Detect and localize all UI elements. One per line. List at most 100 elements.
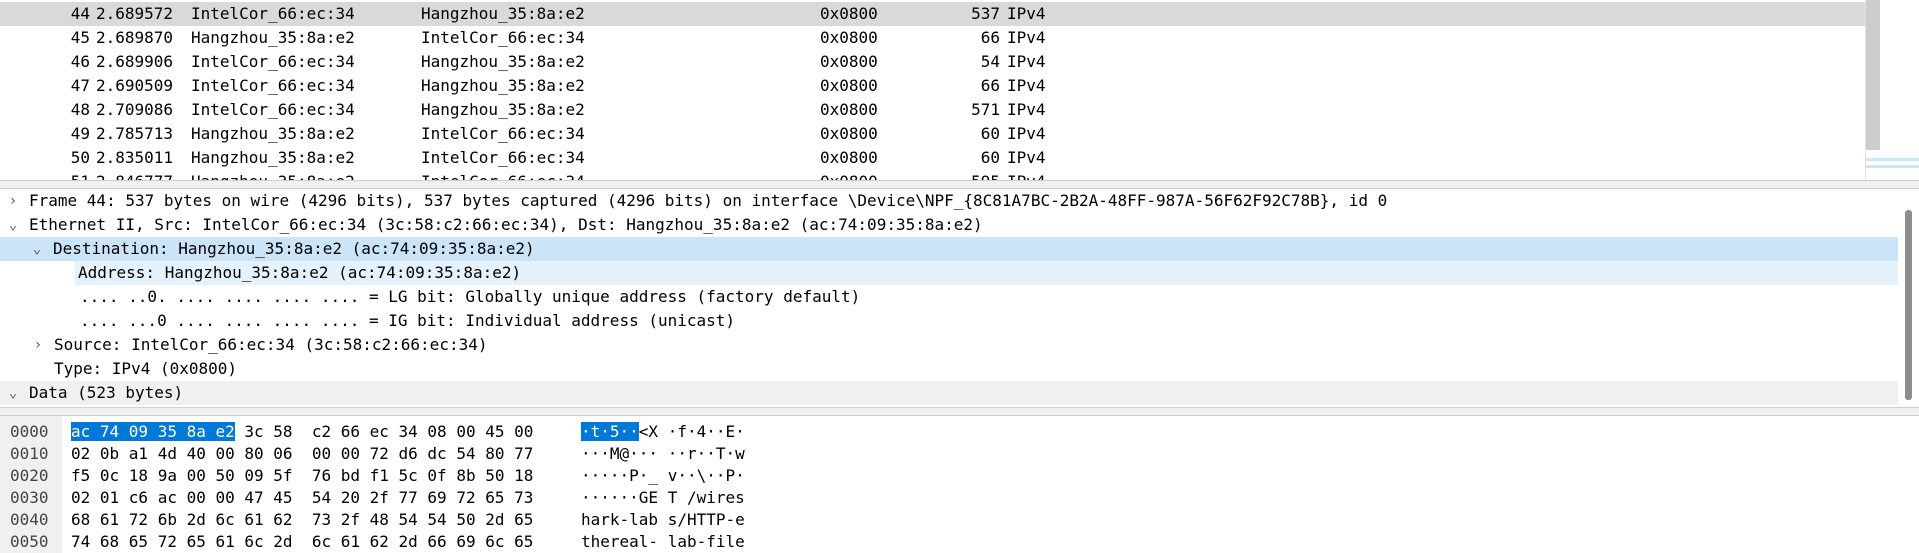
packet-destination: Hangzhou_35:8a:e2 bbox=[421, 4, 585, 23]
bytes-hex[interactable]: 02 0b a1 4d 40 00 80 06 00 00 72 d6 dc 5… bbox=[71, 443, 533, 465]
packet-source: IntelCor_66:ec:34 bbox=[191, 76, 355, 95]
bytes-ascii[interactable]: ···M@··· ··r··T·w bbox=[581, 443, 745, 465]
packet-row[interactable]: 47 2.690509 IntelCor_66:ec:34 Hangzhou_3… bbox=[0, 74, 1865, 98]
packet-list-minimap-marker bbox=[1866, 165, 1919, 168]
packet-ethertype: 0x0800 bbox=[820, 100, 878, 119]
tree-item-type[interactable]: Type: IPv4 (0x0800) bbox=[0, 357, 1898, 381]
tree-item-label: Data (523 bytes) bbox=[29, 383, 184, 402]
bytes-offset: 0020 bbox=[10, 466, 49, 485]
packet-ethertype: 0x0800 bbox=[820, 148, 878, 167]
bytes-hex[interactable]: ac 74 09 35 8a e2 3c 58 c2 66 ec 34 08 0… bbox=[71, 421, 533, 443]
packet-details-scroll-thumb[interactable] bbox=[1905, 210, 1912, 400]
packet-protocol: IPv4 bbox=[1007, 28, 1046, 47]
packet-number: 51 bbox=[38, 170, 90, 180]
packet-source: IntelCor_66:ec:34 bbox=[191, 52, 355, 71]
bytes-ascii[interactable]: ······GE T /wires bbox=[581, 487, 745, 509]
packet-number: 44 bbox=[70, 4, 90, 23]
chevron-right-icon[interactable]: › bbox=[6, 189, 20, 213]
bytes-ascii[interactable]: hark-lab s/HTTP-e bbox=[581, 509, 745, 531]
chevron-right-icon[interactable]: › bbox=[31, 333, 45, 357]
bytes-ascii[interactable]: ·····P·_ v··\··P· bbox=[581, 465, 745, 487]
packet-ethertype: 0x0800 bbox=[820, 76, 878, 95]
packet-protocol: IPv4 bbox=[1007, 4, 1046, 23]
packet-row[interactable]: 51 2.846777 Hangzhou_35:8a:e2 IntelCor_6… bbox=[0, 170, 1865, 180]
tree-item-label: .... ..0. .... .... .... .... = LG bit: … bbox=[80, 287, 861, 306]
tree-item-ethernet[interactable]: ⌄ Ethernet II, Src: IntelCor_66:ec:34 (3… bbox=[0, 213, 1898, 237]
chevron-down-icon[interactable]: ⌄ bbox=[6, 381, 20, 405]
bytes-hex[interactable]: 02 01 c6 ac 00 00 47 45 54 20 2f 77 69 7… bbox=[71, 487, 533, 509]
packet-list-minimap-marker bbox=[1866, 158, 1919, 161]
bytes-offset: 0010 bbox=[10, 444, 49, 463]
packet-row[interactable]: 49 2.785713 Hangzhou_35:8a:e2 IntelCor_6… bbox=[0, 122, 1865, 146]
tree-item-ig-bit[interactable]: .... ...0 .... .... .... .... = IG bit: … bbox=[0, 309, 1898, 333]
chevron-down-icon[interactable]: ⌄ bbox=[30, 237, 44, 261]
packet-ethertype: 0x0800 bbox=[820, 170, 878, 180]
packet-number: 45 bbox=[70, 28, 90, 47]
bytes-offset: 0030 bbox=[10, 488, 49, 507]
packet-protocol: IPv4 bbox=[1007, 52, 1046, 71]
packet-destination: IntelCor_66:ec:34 bbox=[421, 28, 585, 47]
packet-time: 2.835011 bbox=[96, 148, 174, 167]
packet-number: 48 bbox=[70, 100, 90, 119]
packet-details-pane[interactable]: › Frame 44: 537 bytes on wire (4296 bits… bbox=[0, 189, 1919, 407]
packet-ethertype: 0x0800 bbox=[820, 124, 878, 143]
bytes-offset: 0050 bbox=[10, 532, 49, 551]
packet-time: 2.709086 bbox=[96, 100, 174, 119]
packet-number: 46 bbox=[70, 52, 90, 71]
bytes-ascii[interactable]: ·t·5··<X ·f·4··E· bbox=[581, 421, 745, 443]
packet-number: 50 bbox=[70, 148, 90, 167]
packet-length: 571 bbox=[971, 100, 1000, 119]
tree-item-label: Type: IPv4 (0x0800) bbox=[54, 359, 238, 378]
tree-item-label: Address: Hangzhou_35:8a:e2 (ac:74:09:35:… bbox=[78, 263, 522, 282]
tree-item-address[interactable]: Address: Hangzhou_35:8a:e2 (ac:74:09:35:… bbox=[75, 261, 1898, 285]
packet-protocol: IPv4 bbox=[1007, 100, 1046, 119]
packet-bytes-pane[interactable]: 0000 ac 74 09 35 8a e2 3c 58 c2 66 ec 34… bbox=[0, 416, 1919, 553]
packet-protocol: IPv4 bbox=[1007, 170, 1046, 180]
tree-item-source[interactable]: › Source: IntelCor_66:ec:34 (3c:58:c2:66… bbox=[0, 333, 1898, 357]
tree-item-frame[interactable]: › Frame 44: 537 bytes on wire (4296 bits… bbox=[0, 189, 1898, 213]
bytes-hex-text[interactable]: 3c 58 c2 66 ec 34 08 00 45 00 bbox=[235, 422, 533, 441]
tree-item-label: Frame 44: 537 bytes on wire (4296 bits),… bbox=[29, 191, 1388, 210]
packet-ethertype: 0x0800 bbox=[820, 4, 878, 23]
packet-destination: Hangzhou_35:8a:e2 bbox=[421, 52, 585, 71]
packet-source: IntelCor_66:ec:34 bbox=[191, 4, 355, 23]
packet-row[interactable]: 45 2.689870 Hangzhou_35:8a:e2 IntelCor_6… bbox=[0, 26, 1865, 50]
pane-splitter[interactable] bbox=[0, 407, 1919, 416]
packet-source: Hangzhou_35:8a:e2 bbox=[191, 170, 355, 180]
packet-destination: Hangzhou_35:8a:e2 bbox=[421, 100, 585, 119]
packet-row[interactable]: 48 2.709086 IntelCor_66:ec:34 Hangzhou_3… bbox=[0, 98, 1865, 122]
bytes-ascii-highlight[interactable]: ·t·5·· bbox=[581, 422, 639, 441]
bytes-hex-highlight[interactable]: ac 74 09 35 8a e2 bbox=[71, 422, 235, 441]
packet-destination: IntelCor_66:ec:34 bbox=[421, 148, 585, 167]
bytes-ascii[interactable]: thereal- lab-file bbox=[581, 531, 745, 553]
packet-number: 49 bbox=[70, 124, 90, 143]
tree-item-lg-bit[interactable]: .... ..0. .... .... .... .... = LG bit: … bbox=[0, 285, 1898, 309]
packet-row[interactable]: 46 2.689906 IntelCor_66:ec:34 Hangzhou_3… bbox=[0, 50, 1865, 74]
packet-row[interactable]: 50 2.835011 Hangzhou_35:8a:e2 IntelCor_6… bbox=[0, 146, 1865, 170]
packet-protocol: IPv4 bbox=[1007, 76, 1046, 95]
packet-length: 60 bbox=[980, 124, 1000, 143]
packet-length: 60 bbox=[980, 148, 1000, 167]
tree-item-label: Source: IntelCor_66:ec:34 (3c:58:c2:66:e… bbox=[54, 335, 488, 354]
tree-item-destination[interactable]: ⌄ Destination: Hangzhou_35:8a:e2 (ac:74:… bbox=[0, 237, 1898, 261]
tree-item-label: Ethernet II, Src: IntelCor_66:ec:34 (3c:… bbox=[29, 215, 983, 234]
bytes-hex[interactable]: f5 0c 18 9a 00 50 09 5f 76 bd f1 5c 0f 8… bbox=[71, 465, 533, 487]
tree-item-data[interactable]: ⌄ Data (523 bytes) bbox=[0, 381, 1898, 405]
pane-splitter[interactable] bbox=[0, 180, 1919, 189]
packet-list-pane[interactable]: 44 2.689572 IntelCor_66:ec:34 Hangzhou_3… bbox=[0, 0, 1919, 180]
packet-destination: IntelCor_66:ec:34 bbox=[421, 170, 585, 180]
bytes-hex[interactable]: 68 61 72 6b 2d 6c 61 62 73 2f 48 54 54 5… bbox=[71, 509, 533, 531]
packet-time: 2.689572 bbox=[96, 4, 174, 23]
packet-time: 2.690509 bbox=[96, 76, 174, 95]
bytes-hex[interactable]: 74 68 65 72 65 61 6c 2d 6c 61 62 2d 66 6… bbox=[71, 531, 533, 553]
packet-time: 2.785713 bbox=[96, 124, 174, 143]
bytes-offset: 0000 bbox=[10, 422, 49, 441]
bytes-ascii-text[interactable]: <X ·f·4··E· bbox=[639, 422, 745, 441]
packet-list-scroll-thumb[interactable] bbox=[1866, 0, 1880, 150]
packet-protocol: IPv4 bbox=[1007, 148, 1046, 167]
chevron-down-icon[interactable]: ⌄ bbox=[6, 213, 20, 237]
packet-ethertype: 0x0800 bbox=[820, 28, 878, 47]
packet-length: 66 bbox=[980, 76, 1000, 95]
packet-row[interactable]: 44 2.689572 IntelCor_66:ec:34 Hangzhou_3… bbox=[0, 2, 1865, 26]
packet-source: Hangzhou_35:8a:e2 bbox=[191, 148, 355, 167]
